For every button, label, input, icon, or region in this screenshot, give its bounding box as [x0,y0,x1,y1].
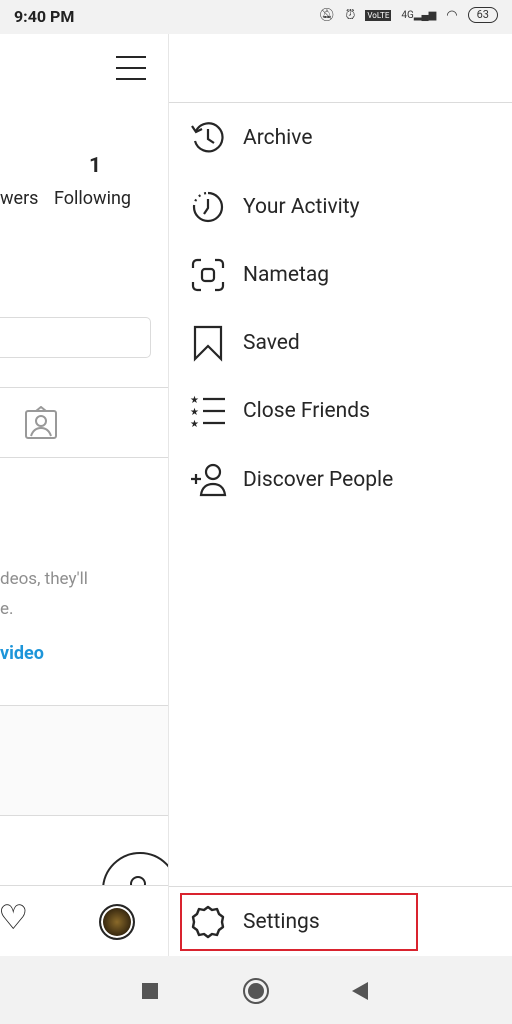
profile-panel: 1 wers Following deos, they'll e. video … [0,34,168,956]
empty-text-line: e. [0,599,14,619]
volte-icon: VoLTE [365,9,392,21]
divider [0,815,168,816]
svg-text:★: ★ [190,419,199,430]
menu-item-label: Saved [243,331,300,355]
signal-icon: 4G▂▄▆ [401,9,437,21]
network-type: 4G [401,9,414,21]
status-time: 9:40 PM [14,7,75,26]
profile-avatar[interactable] [99,904,135,940]
menu-item-label: Settings [243,910,320,934]
divider [169,102,512,103]
close-friends-icon: ★★★ [190,395,225,430]
menu-item-archive[interactable]: Archive [189,116,312,160]
home-button[interactable] [243,978,269,1004]
alarm-icon: ⏰︎ [345,7,356,23]
nametag-icon [191,258,225,292]
menu-item-nametag[interactable]: Nametag [189,253,329,297]
share-video-link[interactable]: video [0,643,44,664]
side-drawer: Archive Your Activity Nametag Saved ★ ★ ★ … [168,34,512,956]
edit-profile-button[interactable] [0,317,151,358]
divider [0,457,168,458]
hamburger-menu-icon[interactable] [116,54,146,80]
menu-item-saved[interactable]: Saved [189,321,300,365]
divider [0,387,168,388]
menu-item-discover-people[interactable]: Discover People [189,458,393,502]
empty-text-line: deos, they'll [0,569,88,589]
svg-text:★: ★ [190,395,199,406]
svg-text:★: ★ [190,407,199,418]
following-label[interactable]: Following [54,188,131,209]
back-button[interactable] [352,982,368,1000]
mute-icon: 🔕︎ [318,7,336,23]
recents-button[interactable] [142,983,158,999]
bottom-nav: ♡ [0,885,168,956]
menu-item-label: Nametag [243,263,330,287]
suggestions-area [0,706,168,815]
battery-icon: 63 [467,7,498,23]
wifi-icon: ◠ [446,7,458,23]
following-count[interactable]: 1 [89,154,101,178]
bookmark-icon [193,325,223,362]
followers-label[interactable]: wers [0,188,38,209]
add-person-icon [191,463,227,497]
menu-item-your-activity[interactable]: Your Activity [189,185,360,229]
menu-item-label: Discover People [243,468,394,492]
menu-item-label: Close Friends [243,399,370,423]
activity-icon [192,191,224,223]
empty-state-text: deos, they'll e. [0,564,88,624]
system-nav-bar [0,956,512,1024]
status-icons: 🔕︎ ⏰︎ VoLTE 4G▂▄▆ ◠ 63 [319,7,498,23]
menu-item-settings[interactable]: Settings [189,900,320,944]
menu-item-label: Your Activity [243,195,360,219]
settings-gear-icon [191,905,225,939]
menu-item-close-friends[interactable]: ★ ★ ★ Close Friends [189,389,370,433]
archive-icon [191,122,224,153]
tagged-tab-icon[interactable] [24,406,58,440]
heart-icon[interactable]: ♡ [0,898,28,938]
status-bar: 9:40 PM 🔕︎ ⏰︎ VoLTE 4G▂▄▆ ◠ 63 [0,0,512,34]
divider [169,886,512,887]
menu-item-label: Archive [243,126,313,150]
